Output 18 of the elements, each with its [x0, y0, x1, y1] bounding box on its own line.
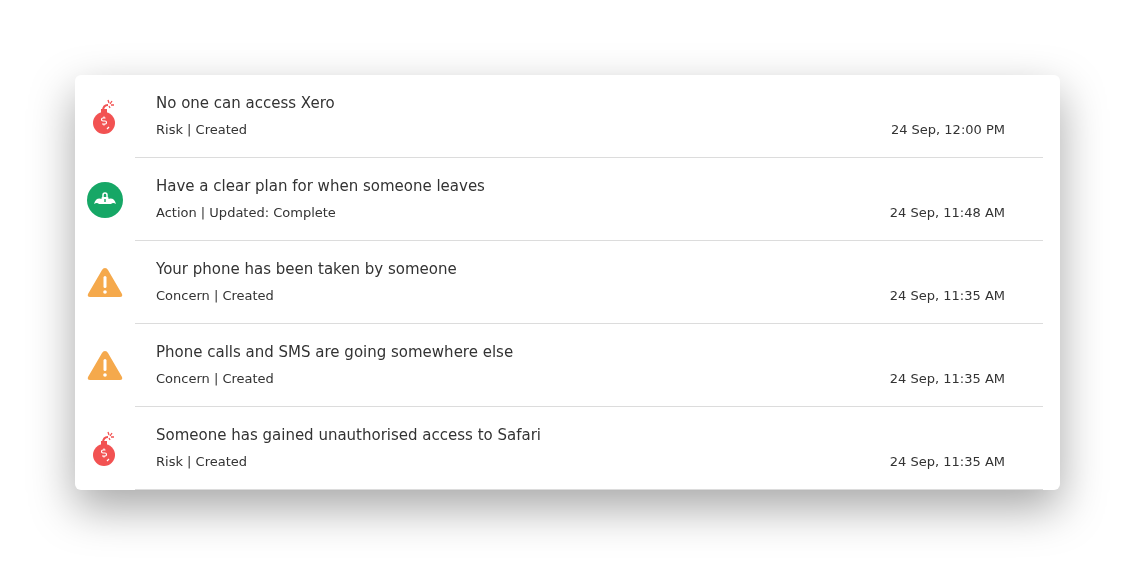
item-timestamp: 24 Sep, 11:35 AM — [889, 371, 1005, 386]
item-title: Someone has gained unauthorised access to Safari — [156, 426, 541, 444]
item-status: Concern | Created — [156, 371, 275, 386]
lock-icon — [87, 181, 123, 218]
item-status: Action | Updated: Complete — [156, 205, 337, 220]
item-status: Risk | Created — [156, 122, 249, 137]
item-timestamp: 24 Sep, 11:35 AM — [889, 454, 1005, 469]
item-timestamp: 24 Sep, 11:35 AM — [889, 288, 1005, 303]
warning-icon — [86, 266, 124, 299]
warning-icon — [86, 349, 124, 382]
item-status: Concern | Created — [156, 288, 275, 303]
item-title: No one can access Xero — [156, 94, 335, 112]
item-status: Risk | Created — [156, 454, 249, 469]
item-title: Phone calls and SMS are going somewhere else — [156, 343, 514, 361]
item-title: Your phone has been taken by someone — [156, 260, 457, 278]
item-timestamp: 24 Sep, 11:48 AM — [889, 205, 1005, 220]
item-timestamp: 24 Sep, 12:00 PM — [890, 122, 1005, 137]
item-title: Have a clear plan for when someone leaves — [156, 177, 485, 195]
